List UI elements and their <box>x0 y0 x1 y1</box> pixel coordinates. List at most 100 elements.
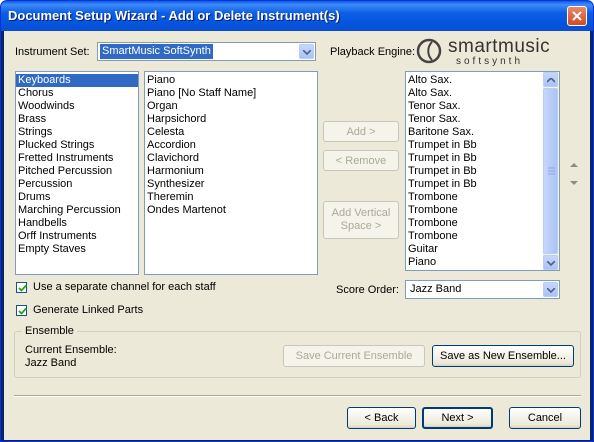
instrument-list-item[interactable]: Harmonium <box>145 165 317 178</box>
separator-line <box>14 395 581 397</box>
ensemble-group-label: Ensemble <box>22 325 77 337</box>
scroll-down-button[interactable] <box>543 255 558 270</box>
instrument-set-select[interactable]: SmartMusic SoftSynth <box>97 42 316 61</box>
score-order-select[interactable]: Jazz Band <box>405 280 560 299</box>
move-up-button[interactable] <box>567 160 581 170</box>
score-instrument-item[interactable]: Trombone <box>406 191 542 204</box>
close-icon <box>572 11 582 21</box>
scroll-up-button[interactable] <box>543 72 558 87</box>
wizard-window: Document Setup Wizard - Add or Delete In… <box>0 0 594 442</box>
remove-button[interactable]: < Remove <box>323 150 399 171</box>
instrument-list-item[interactable]: Piano <box>145 74 317 87</box>
instrument-list-item[interactable]: Synthesizer <box>145 178 317 191</box>
instrument-list[interactable]: Piano Piano [No Staff Name] Organ Harpsicho… <box>144 71 318 275</box>
chevron-down-icon <box>303 50 311 55</box>
move-down-button[interactable] <box>567 178 581 188</box>
back-label: < Back <box>364 412 399 424</box>
instrument-list-item[interactable]: Celesta <box>145 126 317 139</box>
category-list[interactable]: Keyboards Chorus Woodwinds Brass Strings Pluc… <box>15 71 139 275</box>
arrow-down-icon <box>570 181 578 185</box>
playback-engine-label: Playback Engine: <box>330 46 415 58</box>
score-instrument-items: Alto Sax. Alto Sax. Tenor Sax. Tenor Sax. Ba… <box>406 72 542 270</box>
category-list-item[interactable]: Handbells <box>16 217 138 230</box>
category-list-item[interactable]: Keyboards <box>16 74 138 87</box>
cancel-button[interactable]: Cancel <box>509 407 581 429</box>
score-instrument-list[interactable]: Alto Sax. Alto Sax. Tenor Sax. Tenor Sax. Ba… <box>405 71 560 271</box>
instrument-list-item[interactable]: Theremin <box>145 191 317 204</box>
separate-channel-label[interactable]: Use a separate channel for each staff <box>33 281 216 293</box>
score-instrument-item[interactable]: Trumpet in Bb <box>406 152 542 165</box>
logo-text-main: smartmusic <box>448 36 551 57</box>
instrument-list-item[interactable]: Accordion <box>145 139 317 152</box>
instrument-items: Piano Piano [No Staff Name] Organ Harpsicho… <box>145 72 317 217</box>
score-instrument-item[interactable]: Alto Sax. <box>406 74 542 87</box>
add-vertical-space-button[interactable]: Add Vertical Space > <box>323 201 399 239</box>
score-instrument-item[interactable]: Bass <box>406 269 542 270</box>
category-list-item[interactable]: Fretted Instruments <box>16 152 138 165</box>
category-list-item[interactable]: Drums <box>16 191 138 204</box>
chevron-down-icon <box>547 288 555 293</box>
close-button[interactable] <box>567 6 587 26</box>
next-label: Next > <box>441 412 474 424</box>
instrument-list-item[interactable]: Harpsichord <box>145 113 317 126</box>
add-vertical-line-2: Space > <box>340 220 382 232</box>
title-bar[interactable]: Document Setup Wizard - Add or Delete In… <box>1 1 593 31</box>
linked-parts-label[interactable]: Generate Linked Parts <box>33 304 143 316</box>
logo-text-sub: softsynth <box>456 56 524 67</box>
score-instrument-item[interactable]: Baritone Sax. <box>406 126 542 139</box>
separate-channel-checkbox[interactable] <box>16 282 27 293</box>
current-ensemble-value: Jazz Band <box>25 357 77 369</box>
category-list-item[interactable]: Orff Instruments <box>16 230 138 243</box>
score-order-value: Jazz Band <box>410 283 462 295</box>
score-list-scrollbar[interactable] <box>543 72 559 270</box>
score-instrument-item[interactable]: Alto Sax. <box>406 87 542 100</box>
score-instrument-item[interactable]: Trumpet in Bb <box>406 165 542 178</box>
add-vertical-line-1: Add Vertical <box>331 207 391 219</box>
category-items: Keyboards Chorus Woodwinds Brass Strings Pluc… <box>16 72 138 256</box>
instrument-list-item[interactable]: Ondes Martenot <box>145 204 317 217</box>
score-instrument-item[interactable]: Trumpet in Bb <box>406 178 542 191</box>
category-list-item[interactable]: Plucked Strings <box>16 139 138 152</box>
score-instrument-item[interactable]: Trumpet in Bb <box>406 139 542 152</box>
category-list-item[interactable]: Strings <box>16 126 138 139</box>
instrument-list-item[interactable]: Organ <box>145 100 317 113</box>
category-list-item[interactable]: Brass <box>16 113 138 126</box>
scroll-thumb[interactable] <box>543 88 558 254</box>
instrument-list-item[interactable]: Clavichord <box>145 152 317 165</box>
score-instrument-item[interactable]: Trombone <box>406 230 542 243</box>
instrument-set-value: SmartMusic SoftSynth <box>100 44 213 59</box>
chevron-up-icon <box>547 78 555 83</box>
checkmark-icon <box>18 307 27 315</box>
instrument-set-label: Instrument Set: <box>15 46 90 58</box>
category-list-item[interactable]: Percussion <box>16 178 138 191</box>
dialog-client-area: Instrument Set: SmartMusic SoftSynth Pla… <box>4 31 590 440</box>
score-instrument-item[interactable]: Tenor Sax. <box>406 113 542 126</box>
save-current-ensemble-button[interactable]: Save Current Ensemble <box>283 345 425 367</box>
linked-parts-checkbox[interactable] <box>16 305 27 316</box>
category-list-item[interactable]: Pitched Percussion <box>16 165 138 178</box>
arrow-up-icon <box>570 163 578 167</box>
score-order-label: Score Order: <box>336 284 399 296</box>
score-instrument-item[interactable]: Trombone <box>406 217 542 230</box>
category-list-item[interactable]: Marching Percussion <box>16 204 138 217</box>
instrument-list-item[interactable]: Piano [No Staff Name] <box>145 87 317 100</box>
dropdown-button[interactable] <box>299 44 314 59</box>
category-list-item[interactable]: Woodwinds <box>16 100 138 113</box>
chevron-down-icon <box>547 261 555 266</box>
score-instrument-item[interactable]: Guitar <box>406 243 542 256</box>
category-list-item[interactable]: Chorus <box>16 87 138 100</box>
save-as-new-ensemble-button[interactable]: Save as New Ensemble... <box>432 345 574 367</box>
category-list-item[interactable]: Empty Staves <box>16 243 138 256</box>
next-button[interactable]: Next > <box>422 407 493 429</box>
window-title: Document Setup Wizard - Add or Delete In… <box>8 8 340 23</box>
checkmark-icon <box>18 284 27 292</box>
grip-icon <box>548 167 555 175</box>
back-button[interactable]: < Back <box>347 407 416 429</box>
score-instrument-item[interactable]: Piano <box>406 256 542 269</box>
score-instrument-item[interactable]: Tenor Sax. <box>406 100 542 113</box>
score-instrument-item[interactable]: Trombone <box>406 204 542 217</box>
current-ensemble-label: Current Ensemble: <box>25 344 117 356</box>
add-button[interactable]: Add > <box>323 121 399 142</box>
dropdown-button[interactable] <box>543 282 558 297</box>
smartmusic-logo-icon <box>416 37 444 65</box>
